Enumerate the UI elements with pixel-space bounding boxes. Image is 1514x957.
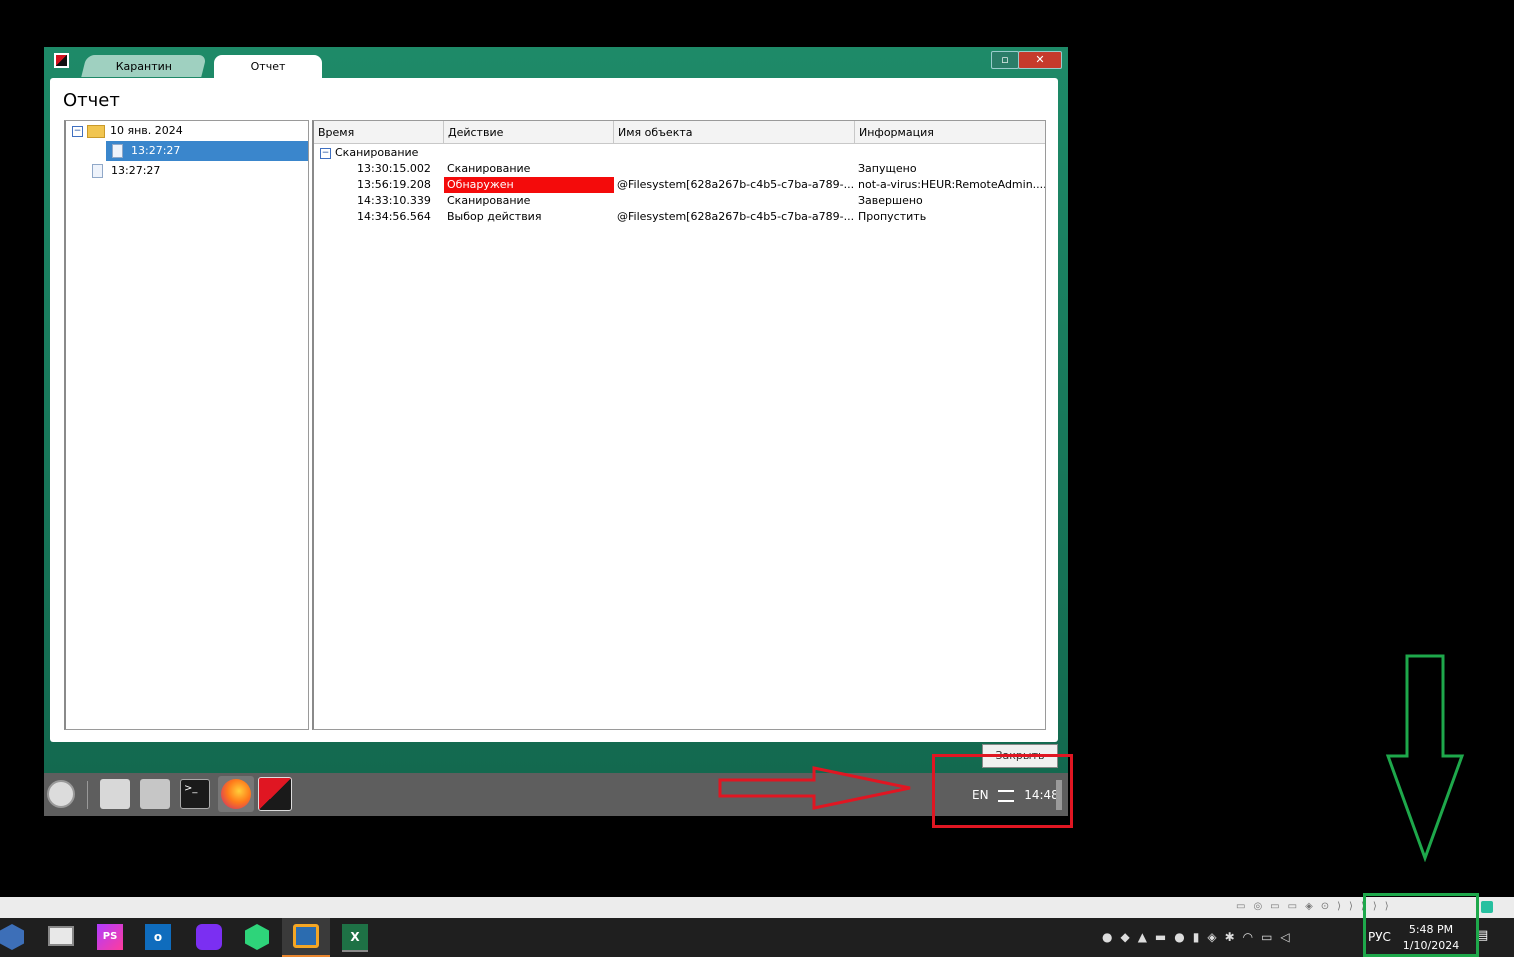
vbox-status-bar: ▭◎▭▭◈⊙⟩⟩⟩⟩⟩ [0,897,1514,918]
page-title: Отчет [63,90,120,111]
excel-icon[interactable]: X [342,924,368,952]
separator [87,781,88,809]
cell-object: @Filesystem[628a267b-c4b5-c7ba-a789-... [617,210,854,223]
firefox-icon [221,779,251,809]
firefox-taskbar-item[interactable] [218,776,254,812]
folder-icon [87,124,105,138]
cell-info: Пропустить [858,210,927,223]
table-body: − Сканирование 13:30:15.002 Сканирование … [314,145,1045,225]
tree-item-label: 13:27:27 [131,144,181,157]
outlook-icon[interactable]: o [145,924,171,950]
green-arrow-annotation [1385,654,1465,862]
cell-info: Завершено [858,194,923,207]
table-row[interactable]: 14:33:10.339 Сканирование Завершено [314,193,1045,209]
column-info[interactable]: Информация [855,121,1045,143]
tab-quarantine-label: Карантин [115,60,172,73]
report-tree: − 10 янв. 2024 13:27:27 13:27:27 [64,120,309,730]
cabinet-icon[interactable] [140,779,170,809]
tree-item-selected[interactable]: 13:27:27 [106,141,308,161]
tree-item[interactable]: 13:27:27 [66,161,308,181]
group-label: Сканирование [335,146,419,159]
close-window-button[interactable]: ✕ [1018,51,1062,69]
document-icon [92,164,103,178]
collapse-icon[interactable]: − [320,147,331,159]
cell-action-detected: Обнаружен [444,177,614,193]
cell-time: 14:34:56.564 [357,210,431,223]
cell-info: Запущено [858,162,917,175]
cell-time: 13:56:19.208 [357,178,431,191]
kaspersky-logo-icon [54,53,69,68]
red-arrow-annotation [718,766,911,810]
table-row[interactable]: 14:34:56.564 Выбор действия @Filesystem[… [314,209,1045,225]
cell-action: Сканирование [447,194,531,207]
tree-root-label: 10 янв. 2024 [110,124,183,137]
cell-object: @Filesystem[628a267b-c4b5-c7ba-a789-... [617,178,854,191]
virtualbox-vm-icon [293,924,319,948]
report-panel: Отчет − 10 янв. 2024 13:27:27 13:27:27 Вр… [50,78,1058,742]
document-icon [112,144,123,158]
cell-time: 14:33:10.339 [357,194,431,207]
column-object[interactable]: Имя объекта [614,121,855,143]
cell-info: not-a-virus:HEUR:RemoteAdmin.... [858,178,1045,191]
events-table: Время Действие Имя объекта Информация − С… [312,120,1046,730]
red-highlight-box [932,754,1073,828]
vpn-key-icon[interactable] [245,924,269,950]
cell-time: 13:30:15.002 [357,162,431,175]
table-row[interactable]: 13:56:19.208 Обнаружен @Filesystem[628a2… [314,177,1045,193]
vbox-host-key-icon[interactable] [1481,901,1493,913]
cell-action: Сканирование [447,162,531,175]
game-app-icon[interactable] [196,924,222,950]
column-action[interactable]: Действие [444,121,614,143]
vm-taskbar: >_ EN 14:48 [44,773,1068,816]
system-tray-icons[interactable]: ●◆▲▬●▮◈✱◠▭◁ [1102,930,1352,946]
start-menu-icon[interactable] [47,780,75,808]
table-group-row[interactable]: − Сканирование [314,145,1045,161]
tree-root[interactable]: − 10 янв. 2024 [66,121,308,141]
report-window: Карантин Отчет ▫ ✕ Отчет − 10 янв. 2024 1… [44,47,1068,773]
column-time[interactable]: Время [314,121,444,143]
tab-report[interactable]: Отчет [214,55,322,79]
file-manager-icon[interactable] [100,779,130,809]
green-highlight-box [1363,893,1479,957]
collapse-icon[interactable]: − [72,125,83,137]
cell-action: Выбор действия [447,210,542,223]
kaspersky-icon[interactable] [258,777,292,811]
notifications-icon[interactable]: ▤ [1476,928,1496,946]
tree-item-label: 13:27:27 [111,164,161,177]
restore-button[interactable]: ▫ [991,51,1019,69]
windows-taskbar: PS o X ●◆▲▬●▮◈✱◠▭◁ [0,918,1514,957]
remote-desktop-icon[interactable] [48,926,74,946]
table-row[interactable]: 13:30:15.002 Сканирование Запущено [314,161,1045,177]
phpstorm-icon[interactable]: PS [97,924,123,950]
tab-quarantine[interactable]: Карантин [81,55,207,77]
terminal-icon[interactable]: >_ [180,779,210,809]
table-header: Время Действие Имя объекта Информация [314,121,1045,144]
virtualbox-icon[interactable] [0,924,24,950]
taskbar-item-active[interactable] [282,918,330,957]
